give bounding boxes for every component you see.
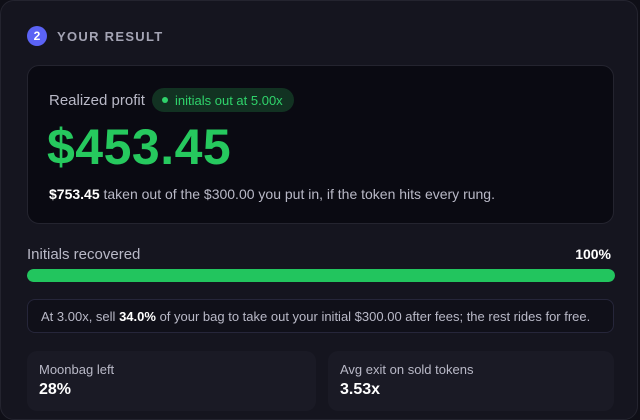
profit-description: $753.45 taken out of the $300.00 you put… (49, 186, 495, 202)
realized-profit-value: $453.45 (47, 119, 232, 175)
initials-recovered-percent: 100% (575, 246, 611, 262)
avg-exit-label: Avg exit on sold tokens (340, 362, 474, 377)
sell-info-box: At 3.00x, sell 34.0% of your bag to take… (27, 299, 614, 333)
avg-exit-value: 3.53x (340, 381, 381, 398)
moonbag-value: 28% (39, 381, 72, 398)
sell-info-part1: At 3.00x, sell (41, 308, 116, 324)
step-header: 2 YOUR RESULT (27, 26, 164, 46)
initials-recovered-progress-bar (27, 269, 615, 282)
initials-out-badge-text: initials out at 5.00x (175, 92, 283, 108)
step-title: YOUR RESULT (57, 28, 164, 44)
sell-info-percent: 34.0% (119, 308, 156, 324)
result-card: 2 YOUR RESULT Realized profit initials o… (0, 0, 638, 420)
realized-profit-label: Realized profit (49, 92, 145, 109)
realized-profit-panel: Realized profit initials out at 5.00x $4… (27, 65, 614, 224)
initials-recovered-label: Initials recovered (27, 246, 141, 263)
profit-desc-middle: taken out of the (99, 186, 204, 202)
initials-recovered-progress-fill (27, 269, 615, 282)
taken-out-amount: $753.45 (49, 186, 100, 202)
initials-out-badge: initials out at 5.00x (152, 88, 294, 112)
avg-exit-stat-card: Avg exit on sold tokens 3.53x (328, 351, 614, 411)
moonbag-label: Moonbag left (39, 362, 115, 377)
status-dot-icon (162, 97, 168, 103)
sell-info-part2: of your bag to take out your initial $30… (159, 308, 591, 324)
put-in-amount: $300.00 (203, 186, 255, 202)
moonbag-stat-card: Moonbag left 28% (27, 351, 316, 411)
profit-desc-end: you put in, if the token hits every rung… (254, 186, 495, 202)
step-number-badge: 2 (27, 26, 47, 46)
